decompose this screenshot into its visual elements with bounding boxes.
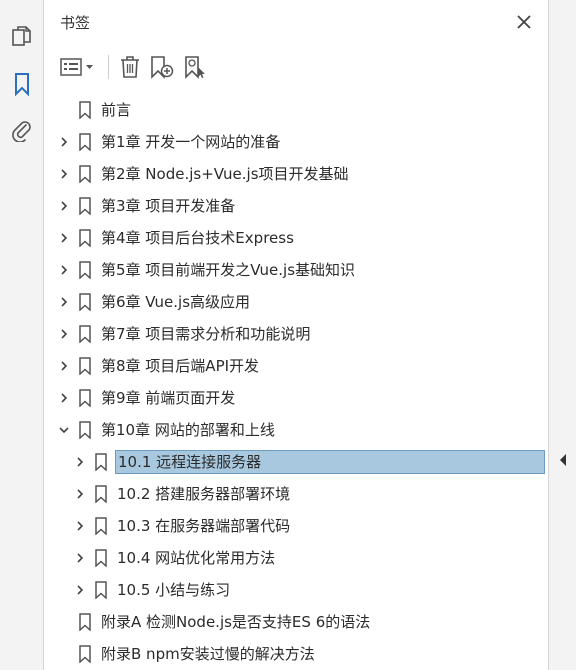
bookmark-label[interactable]: 第3章 项目开发准备 [99, 194, 237, 218]
bookmark-label[interactable]: 第4章 项目后台技术Express [99, 226, 296, 250]
bookmark-icon [79, 389, 91, 407]
bookmark-item[interactable]: 第3章 项目开发准备 [44, 190, 548, 222]
chevron-right-icon[interactable] [72, 454, 88, 470]
bookmark-item[interactable]: 10.5 小结与练习 [44, 574, 548, 606]
chevron-right-icon[interactable] [56, 390, 72, 406]
close-panel-button[interactable] [514, 12, 534, 32]
bookmark-label[interactable]: 附录A 检测Node.js是否支持ES 6的语法 [99, 610, 372, 634]
options-menu-button[interactable] [60, 53, 96, 81]
bookmark-label[interactable]: 10.1 远程连接服务器 [115, 450, 545, 474]
bookmark-icon [95, 549, 107, 567]
pages-icon [12, 26, 31, 46]
chevron-down-icon[interactable] [56, 422, 72, 438]
bookmark-icon [95, 453, 107, 471]
bookmark-label[interactable]: 第7章 项目需求分析和功能说明 [99, 322, 312, 346]
paperclip-icon [12, 121, 31, 142]
bookmark-label[interactable]: 第6章 Vue.js高级应用 [99, 290, 252, 314]
bookmark-label[interactable]: 10.3 在服务器端部署代码 [115, 514, 292, 538]
chevron-right-icon[interactable] [56, 230, 72, 246]
bookmark-icon [79, 645, 91, 663]
bookmark-item[interactable]: 前言 [44, 94, 548, 126]
add-bookmark-icon [151, 56, 174, 79]
chevron-right-icon[interactable] [56, 326, 72, 342]
chevron-right-icon[interactable] [56, 262, 72, 278]
bookmark-item[interactable]: 第9章 前端页面开发 [44, 382, 548, 414]
bookmark-label[interactable]: 第9章 前端页面开发 [99, 386, 237, 410]
bookmark-label[interactable]: 前言 [99, 98, 133, 122]
bookmarks-panel: 书签 前言 第1章 开发一个网站的准备 第2章 Node.js+Vue.js项目… [44, 0, 548, 670]
chevron-right-icon[interactable] [72, 486, 88, 502]
toolbar-separator [108, 55, 109, 79]
bookmark-item[interactable]: 第4章 项目后台技术Express [44, 222, 548, 254]
chevron-right-icon[interactable] [56, 198, 72, 214]
close-icon [517, 15, 531, 29]
bookmark-item[interactable]: 第8章 项目后端API开发 [44, 350, 548, 382]
right-collapse-rail [548, 0, 576, 670]
bookmark-icon [79, 293, 91, 311]
bookmark-icon [79, 325, 91, 343]
bookmark-icon [79, 101, 91, 119]
bookmark-icon [79, 165, 91, 183]
bookmark-label[interactable]: 第2章 Node.js+Vue.js项目开发基础 [99, 162, 351, 186]
bookmark-icon [79, 197, 91, 215]
page-thumbnails-button[interactable] [9, 24, 35, 50]
bookmark-icon [95, 517, 107, 535]
bookmark-icon [79, 229, 91, 247]
bookmark-label[interactable]: 第8章 项目后端API开发 [99, 354, 261, 378]
left-nav-rail [0, 0, 44, 670]
bookmarks-toolbar [60, 52, 217, 82]
bookmark-item[interactable]: 10.4 网站优化常用方法 [44, 542, 548, 574]
trash-icon [121, 56, 139, 78]
bookmark-from-selection-button[interactable] [183, 53, 209, 81]
bookmark-item[interactable]: 10.2 搭建服务器部署环境 [44, 478, 548, 510]
list-options-icon [60, 58, 93, 76]
bookmark-icon [95, 485, 107, 503]
bookmark-item[interactable]: 10.3 在服务器端部署代码 [44, 510, 548, 542]
bookmark-search-icon [185, 56, 205, 79]
chevron-right-icon[interactable] [72, 582, 88, 598]
bookmark-icon [79, 357, 91, 375]
bookmark-item[interactable]: 第6章 Vue.js高级应用 [44, 286, 548, 318]
bookmark-item[interactable]: 10.1 远程连接服务器 [44, 446, 548, 478]
bookmark-icon [95, 581, 107, 599]
bookmark-icon [79, 133, 91, 151]
chevron-right-icon[interactable] [56, 134, 72, 150]
chevron-right-icon[interactable] [72, 550, 88, 566]
new-bookmark-button[interactable] [149, 53, 175, 81]
bookmark-item[interactable]: 附录B npm安装过慢的解决方法 [44, 638, 548, 670]
bookmark-label[interactable]: 10.2 搭建服务器部署环境 [115, 482, 292, 506]
bookmark-icon [15, 73, 29, 96]
chevron-right-icon[interactable] [56, 166, 72, 182]
bookmark-item[interactable]: 附录A 检测Node.js是否支持ES 6的语法 [44, 606, 548, 638]
delete-bookmark-button[interactable] [119, 53, 141, 81]
bookmark-item[interactable]: 第5章 项目前端开发之Vue.js基础知识 [44, 254, 548, 286]
bookmark-icon [79, 613, 91, 631]
bookmark-icon [79, 421, 91, 439]
collapse-panel-arrow-icon[interactable] [558, 453, 568, 467]
bookmark-item[interactable]: 第7章 项目需求分析和功能说明 [44, 318, 548, 350]
bookmark-label[interactable]: 10.4 网站优化常用方法 [115, 546, 277, 570]
attachments-button[interactable] [9, 117, 35, 143]
bookmark-item[interactable]: 第2章 Node.js+Vue.js项目开发基础 [44, 158, 548, 190]
bookmark-label[interactable]: 10.5 小结与练习 [115, 578, 232, 602]
bookmark-item[interactable]: 第10章 网站的部署和上线 [44, 414, 548, 446]
bookmark-label[interactable]: 第10章 网站的部署和上线 [99, 418, 277, 442]
bookmark-label[interactable]: 附录B npm安装过慢的解决方法 [99, 642, 317, 666]
chevron-right-icon[interactable] [72, 518, 88, 534]
bookmark-label[interactable]: 第1章 开发一个网站的准备 [99, 130, 282, 154]
bookmark-icon [79, 261, 91, 279]
bookmark-label[interactable]: 第5章 项目前端开发之Vue.js基础知识 [99, 258, 357, 282]
bookmark-item[interactable]: 第1章 开发一个网站的准备 [44, 126, 548, 158]
bookmarks-button[interactable] [9, 71, 35, 97]
chevron-right-icon[interactable] [56, 294, 72, 310]
panel-title: 书签 [60, 14, 91, 32]
chevron-right-icon[interactable] [56, 358, 72, 374]
